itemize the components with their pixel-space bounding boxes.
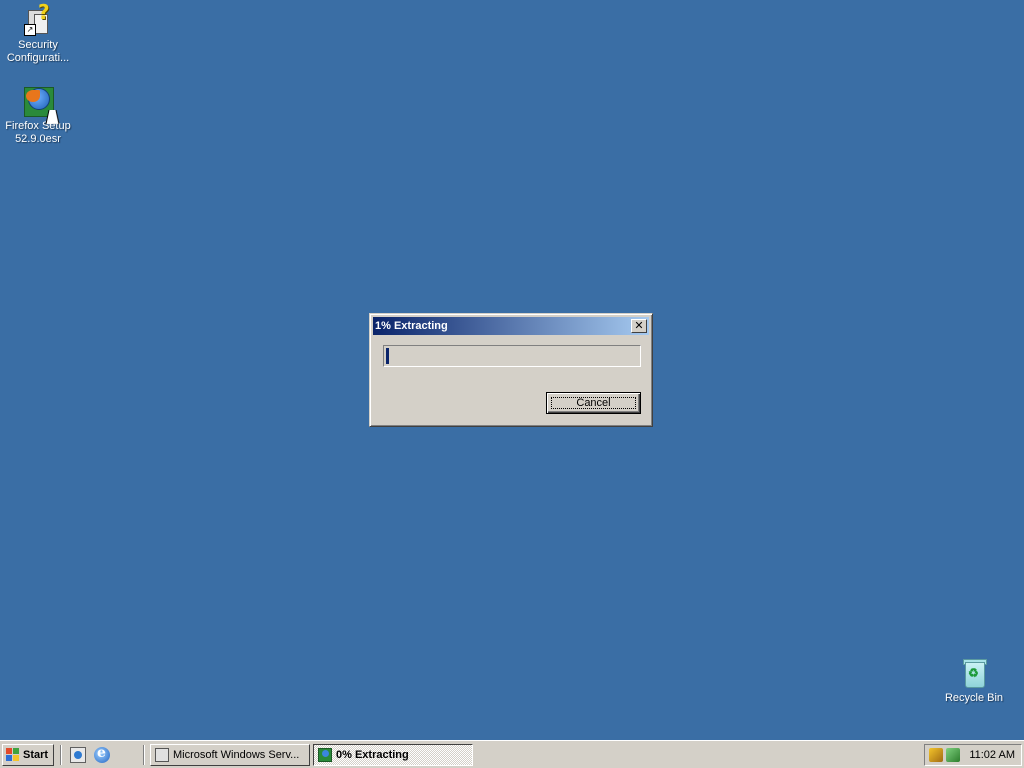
clock[interactable]: 11:02 AM — [969, 745, 1015, 765]
desktop-icon-firefox-setup[interactable]: Firefox Setup 52.9.0esr — [0, 85, 76, 146]
taskbar-item-label: 0% Extracting — [336, 749, 409, 761]
desktop-icon-security-configuration[interactable]: ? ↗ Security Configurati... — [0, 0, 76, 65]
progress-bar — [383, 345, 641, 367]
desktop-icon-recycle-bin[interactable]: ♻ Recycle Bin — [936, 657, 1012, 705]
network-icon[interactable] — [946, 748, 960, 762]
dialog-title: 1% Extracting — [375, 320, 448, 332]
taskbar-item-label: Microsoft Windows Serv... — [173, 749, 300, 761]
taskbar: Start Microsoft Windows Serv... 0% Extra… — [0, 740, 1024, 768]
start-label: Start — [23, 749, 49, 761]
progress-fill — [386, 348, 389, 364]
internet-explorer-icon[interactable] — [94, 745, 110, 763]
close-button[interactable]: ✕ — [631, 319, 647, 333]
windows-logo-icon — [6, 748, 20, 762]
desktop-icon-label-version: 52.9.0esr — [15, 133, 61, 145]
show-desktop-icon[interactable] — [70, 747, 86, 763]
extracting-dialog: 1% Extracting ✕ Cancel — [369, 313, 653, 427]
update-icon[interactable] — [929, 748, 943, 762]
taskbar-separator — [60, 745, 62, 765]
system-tray: 11:02 AM — [924, 744, 1022, 766]
cancel-button-label: Cancel — [576, 397, 611, 409]
close-icon: ✕ — [634, 319, 644, 332]
recycle-bin-icon: ♻ — [958, 657, 990, 689]
taskbar-item-windows-server[interactable]: Microsoft Windows Serv... — [150, 744, 310, 766]
security-config-icon — [155, 748, 169, 762]
desktop-icon-label: Firefox Setup — [5, 120, 71, 132]
firefox-installer-icon — [318, 748, 332, 762]
desktop-icon-label: Recycle Bin — [944, 692, 1004, 704]
taskbar-item-extracting[interactable]: 0% Extracting — [313, 744, 473, 766]
start-button[interactable]: Start — [2, 744, 54, 766]
cancel-button[interactable]: Cancel — [546, 392, 641, 414]
dialog-titlebar[interactable]: 1% Extracting ✕ — [373, 317, 649, 335]
taskbar-separator — [143, 745, 145, 765]
desktop-icon-label: Security Configurati... — [6, 39, 70, 64]
security-config-icon: ? ↗ — [22, 0, 54, 36]
